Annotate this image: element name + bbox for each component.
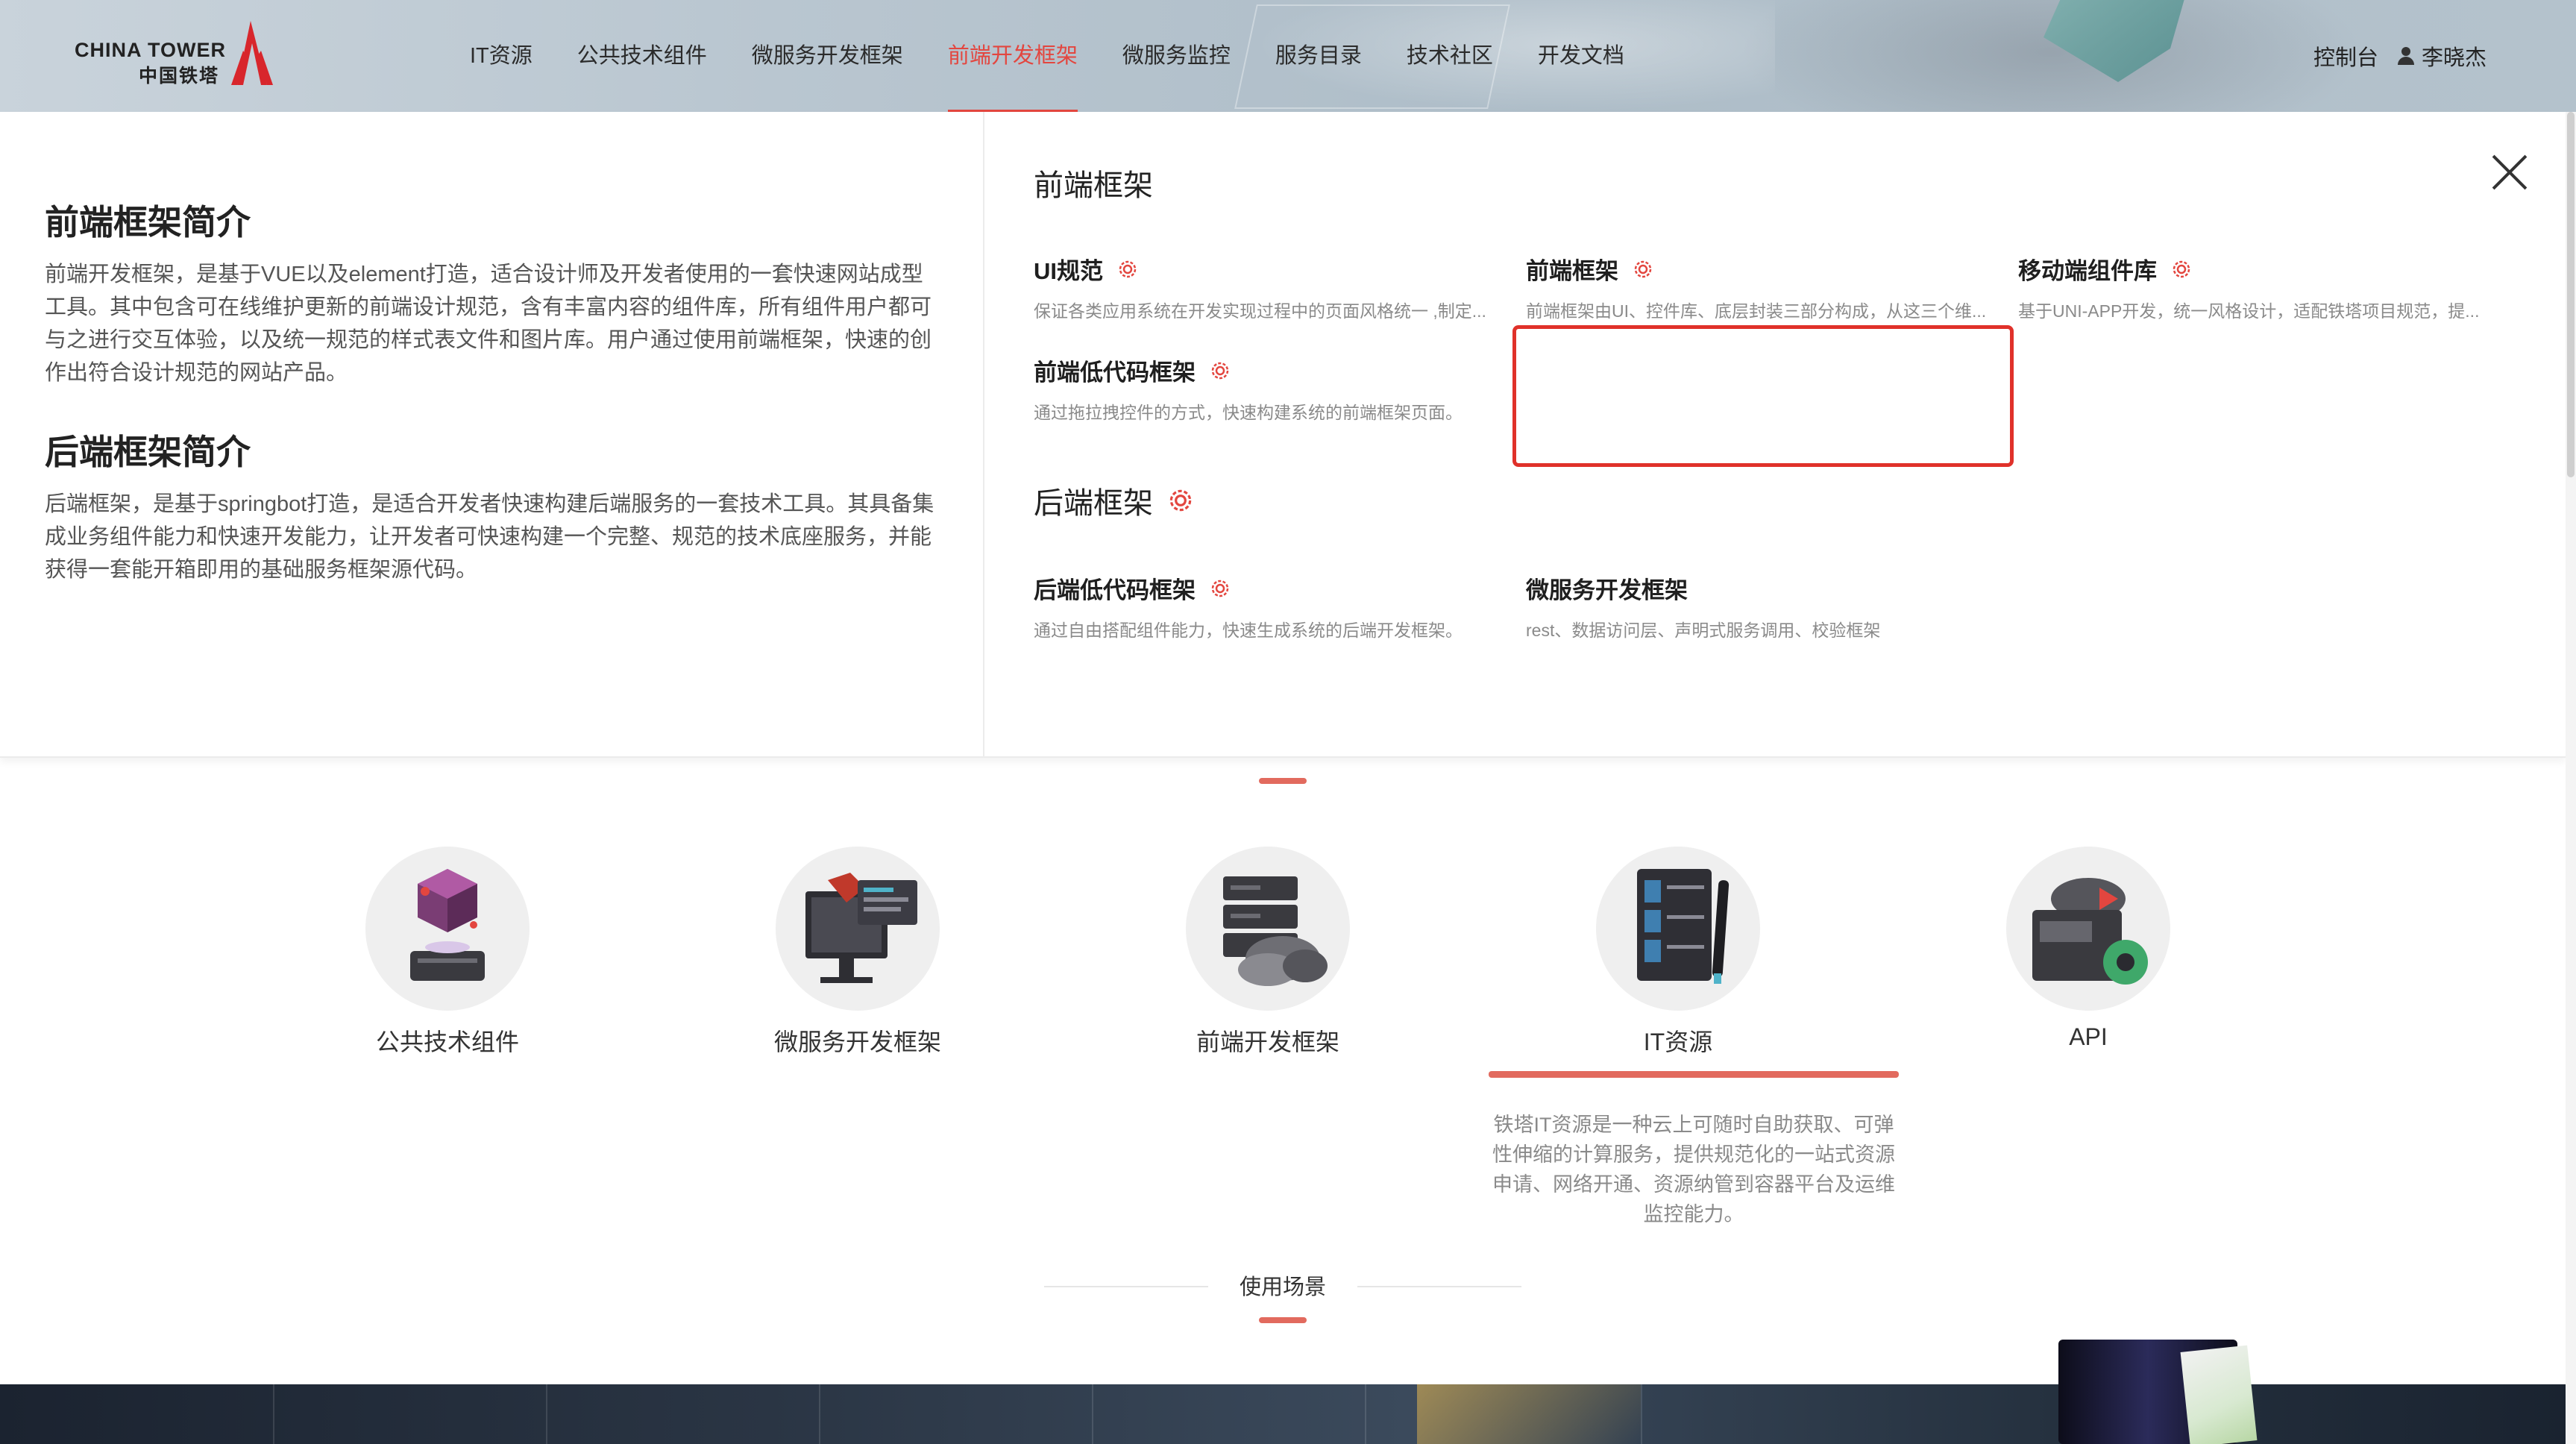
console-link[interactable]: 控制台 [2313,40,2378,72]
selected-feature-indicator [1489,1071,1899,1078]
section-marker [1259,1317,1307,1323]
gear-icon [1211,362,1229,379]
card-title-row: 移动端组件库 [2018,252,2193,286]
backend-intro-text: 后端框架，是基于springbot打造，是适合开发者快速构建后端服务的一套技术工… [45,492,934,582]
nav-item-tech-community[interactable]: 技术社区 [1384,0,1515,112]
frontend-section-label: 前端框架 [1034,169,1153,202]
card-title: 微服务开发框架 [1526,577,1688,603]
gear-icon [1211,580,1229,597]
numbered-list-pen-icon [1637,869,1730,984]
card-title: 前端低代码框架 [1034,360,1196,386]
banner-documents-image [2180,1345,2258,1444]
monitor-dashboard-icon [805,873,917,983]
usage-scene-heading: 使用场景 [1044,1269,1521,1299]
banner-glow [1417,1384,1641,1444]
section-marker [1259,778,1307,784]
gear-icon [1634,260,1652,277]
card-description: 前端框架由UI、控件库、底层封装三部分构成，从这三个维... [1526,301,1987,321]
feature-label: IT资源 [1643,1029,1713,1055]
frontend-intro-text: 前端开发框架，是基于VUE以及element打造，适合设计师及开发者使用的一套快… [45,263,932,385]
close-icon[interactable] [2489,152,2530,192]
card-title: UI规范 [1034,258,1103,284]
banner-segment [1092,1384,1365,1444]
nav-item-common-components[interactable]: 公共技术组件 [555,0,729,112]
card-title-row: UI规范 [1034,252,1139,286]
usage-scene-title: 使用场景 [1239,1275,1326,1299]
selected-card-highlight [1512,325,2014,467]
nav-item-it-resources[interactable]: IT资源 [447,0,555,112]
tower-logo-icon [231,21,273,85]
card-mobile-component-library[interactable]: 移动端组件库 基于UNI-APP开发，统一风格设计，适配铁塔项目规范，提... [2018,252,2513,349]
card-description: 基于UNI-APP开发，统一风格设计，适配铁塔项目规范，提... [2018,301,2480,321]
china-tower-logo[interactable]: CHINA TOWER 中国铁塔 [75,21,276,88]
backend-section-title: 后端框架 [1034,479,1195,522]
user-name: 李晓杰 [2421,46,2487,70]
gear-icon [1119,260,1137,277]
backend-section-label: 后端框架 [1034,487,1153,520]
api-gear-icon [2032,878,2148,985]
card-description: 保证各类应用系统在开发实现过程中的页面风格统一 ,制定... [1034,301,1486,321]
card-description: 通过拖拉拽控件的方式，快速构建系统的前端框架页面。 [1034,403,1463,422]
feature-image [776,847,940,1011]
card-title: 后端低代码框架 [1034,577,1196,603]
header-background-shadow [1715,0,2387,112]
nav-item-microservice-monitoring[interactable]: 微服务监控 [1100,0,1253,112]
user-icon [2397,47,2414,65]
feature-label: 前端开发框架 [1196,1029,1339,1055]
nav-item-dev-docs[interactable]: 开发文档 [1515,0,1647,112]
card-frontend-lowcode[interactable]: 前端低代码框架 通过拖拉拽控件的方式，快速构建系统的前端框架页面。 [1034,354,1526,451]
nav-item-microservice-framework[interactable]: 微服务开发框架 [729,0,926,112]
banner-segment [819,1384,1092,1444]
frontend-intro-title: 前端框架简介 [45,203,251,242]
logo-chinese-text: 中国铁塔 [139,66,220,87]
nav-item-frontend-framework[interactable]: 前端开发框架 [926,0,1100,112]
server-cloud-icon [1223,876,1328,986]
selected-feature-description: 铁塔IT资源是一种云上可随时自助获取、可弹性伸缩的计算服务，提供规范化的一站式资… [1492,1114,1895,1225]
feature-common-components[interactable]: 公共技术组件 [298,843,597,1067]
header-right-area: 控制台 李晓杰 [2313,0,2487,112]
feature-image [365,847,530,1011]
card-title-row: 微服务开发框架 [1526,571,1688,605]
feature-image [2006,847,2170,1011]
feature-row: 公共技术组件 微服务开发框架 前端开发框架 IT资源 API [298,843,2357,1067]
frontend-framework-dropdown: 前端框架简介 前端开发框架，是基于VUE以及element打造，适合设计师及开发… [0,112,2566,758]
card-description: 通过自由搭配组件能力，快速生成系统的后端开发框架。 [1034,621,1463,640]
divider-line [1357,1286,1521,1287]
logo-english-text: CHINA TOWER [75,39,226,61]
feature-label: API [2069,1023,2108,1050]
card-title-row: 前端低代码框架 [1034,354,1231,387]
gear-icon [1169,489,1192,512]
nav-item-service-catalog[interactable]: 服务目录 [1253,0,1384,112]
scrollbar-thumb[interactable] [2567,112,2575,477]
banner-segment [273,1384,546,1444]
card-description: rest、数据访问层、声明式服务调用、校验框架 [1526,621,1881,640]
feature-microservice-framework[interactable]: 微服务开发框架 [709,843,1007,1067]
backend-intro-title: 后端框架简介 [45,433,251,471]
feature-it-resources[interactable]: IT资源 [1529,843,1827,1067]
feature-image [1186,847,1350,1011]
card-ui-spec[interactable]: UI规范 保证各类应用系统在开发实现过程中的页面风格统一 ,制定... [1034,252,1526,349]
cube-server-icon [410,869,485,981]
user-menu[interactable]: 李晓杰 [2397,40,2487,72]
feature-image [1596,847,1760,1011]
card-microservice-framework[interactable]: 微服务开发框架 rest、数据访问层、声明式服务调用、校验框架 [1526,571,2018,668]
feature-api[interactable]: API [1939,843,2237,1067]
main-nav: IT资源 公共技术组件 微服务开发框架 前端开发框架 微服务监控 服务目录 技术… [447,0,1647,112]
card-backend-lowcode[interactable]: 后端低代码框架 通过自由搭配组件能力，快速生成系统的后端开发框架。 [1034,571,1526,668]
gear-icon [2173,260,2190,277]
card-title-row: 后端低代码框架 [1034,571,1231,605]
feature-label: 微服务开发框架 [773,1029,941,1055]
card-title: 前端框架 [1526,258,1618,284]
card-title: 移动端组件库 [2018,258,2157,284]
card-title-row: 前端框架 [1526,252,1654,286]
frontend-section-title: 前端框架 [1034,161,1153,204]
banner-segment [1641,1384,1914,1444]
feature-label: 公共技术组件 [375,1029,519,1055]
feature-frontend-framework[interactable]: 前端开发框架 [1119,843,1417,1067]
top-header: CHINA TOWER 中国铁塔 IT资源 公共技术组件 微服务开发框架 前端开… [0,0,2576,112]
framework-intro-column: 前端框架简介 前端开发框架，是基于VUE以及element打造，适合设计师及开发… [0,112,984,758]
banner-segment [546,1384,819,1444]
